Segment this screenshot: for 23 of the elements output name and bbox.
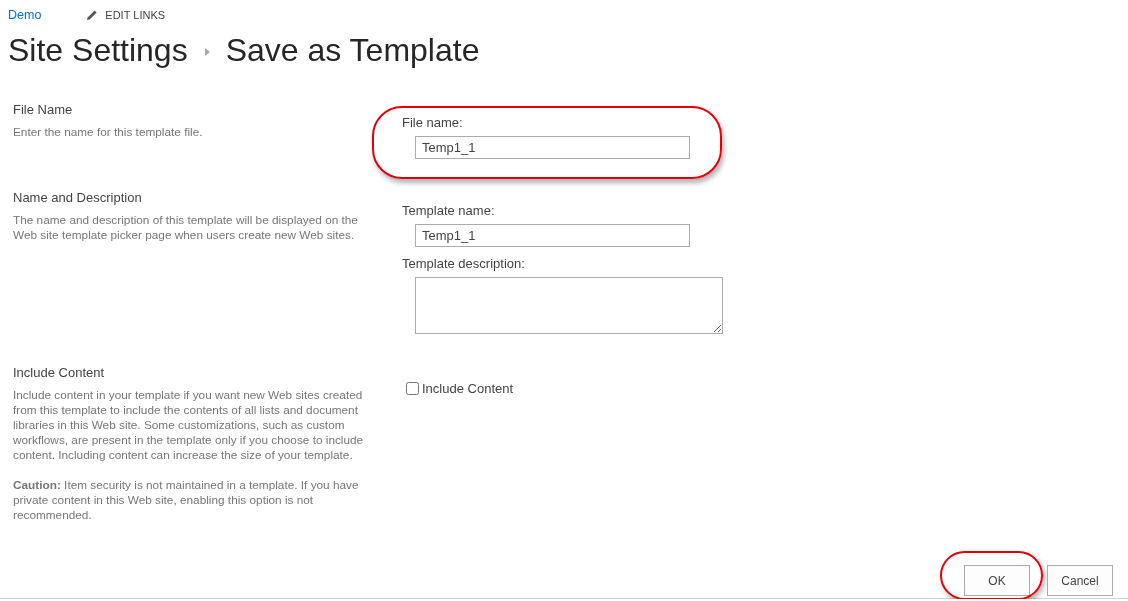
section-description: Include content in your template if you want new Web sites created from this template to include the contents of all lists and document libraries in this Web site. Some customizations, such as custom workflows, are present in the template only if you choose to include content. Including content can increase the size of your template. xyxy=(13,388,365,463)
breadcrumb-link[interactable]: Site Settings xyxy=(8,30,188,70)
site-link[interactable]: Demo xyxy=(8,8,42,22)
page-title: Save as Template xyxy=(225,31,480,70)
section-heading: Name and Description xyxy=(13,190,143,206)
pencil-icon xyxy=(86,9,99,21)
field-label: File name: xyxy=(402,115,464,131)
breadcrumb-arrow-icon xyxy=(204,48,210,56)
checkbox[interactable] xyxy=(406,381,419,395)
checkbox-label[interactable]: Include Content xyxy=(422,380,514,396)
ok-button[interactable]: OK xyxy=(964,565,1030,596)
section-heading: File Name xyxy=(13,102,74,118)
caution-note: Caution: Item security is not maintained in a template. If you have private content in this Web site, enabling this option is not recommended. xyxy=(13,478,360,523)
field-label: Template name: xyxy=(402,203,496,219)
text-input[interactable]: Temp1_1 xyxy=(415,136,690,159)
section-description: The name and description of this template will be displayed on the Web site template picker page when users create new Web sites. xyxy=(13,213,359,243)
section-heading: Include Content xyxy=(13,365,106,381)
description-textarea[interactable] xyxy=(415,277,723,334)
section-description: Enter the name for this template file. xyxy=(13,125,204,140)
field-label: Template description: xyxy=(402,256,526,272)
text-input[interactable]: Temp1_1 xyxy=(415,224,690,247)
edit-links-link[interactable]: EDIT LINKS xyxy=(86,9,166,21)
cancel-button[interactable]: Cancel xyxy=(1047,565,1113,596)
